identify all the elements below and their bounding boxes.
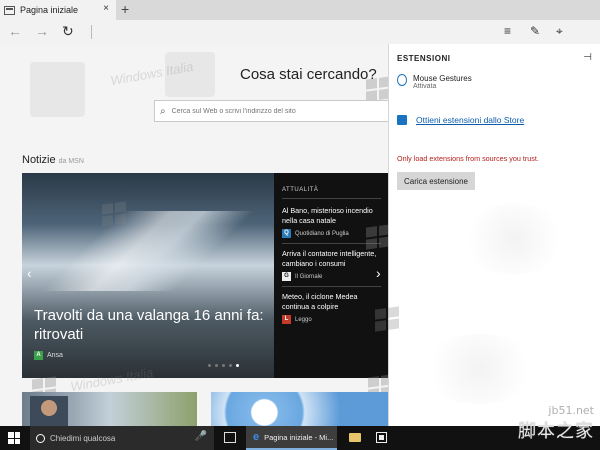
news-heading-label: Notizie [22, 154, 56, 166]
extensions-panel: ESTENSIONI ⊣ Mouse Gestures Attivata Ott… [375, 44, 600, 426]
tab-home[interactable]: Pagina iniziale × [0, 0, 116, 20]
thumbnail-face [30, 396, 68, 426]
source-logo-icon: L [282, 315, 291, 324]
new-tab-button[interactable]: + [121, 1, 129, 17]
carousel-dot[interactable] [215, 364, 218, 367]
nav-separator [91, 25, 92, 39]
side-news-item[interactable]: Arriva il contatore intelligente, cambia… [282, 244, 381, 287]
back-icon[interactable]: ← [8, 23, 22, 39]
news-thumbnail[interactable] [211, 392, 389, 426]
news-heading: Notizie da MSN [22, 154, 84, 166]
extension-name: Mouse Gestures [413, 74, 472, 83]
carousel-prev-icon[interactable]: ‹ [27, 265, 32, 281]
extensions-icon[interactable]: ⌖ [556, 24, 563, 39]
mouse-gestures-icon [397, 74, 407, 86]
windows-watermark-icon [375, 306, 399, 332]
taskbar-edge-window[interactable]: e Pagina iniziale - Mi... [246, 426, 337, 450]
side-news-source-label: Leggo [295, 316, 312, 323]
side-news-title: Al Bano, misterioso incendio nella casa … [282, 206, 373, 225]
taskbar-edge-label: Pagina iniziale - Mi... [264, 432, 334, 442]
carousel-dot[interactable] [229, 364, 232, 367]
site-watermark-name: 脚本之家 [518, 421, 594, 442]
carousel-next-icon[interactable]: › [376, 265, 381, 281]
windows-watermark-icon [366, 224, 390, 250]
carousel-dot[interactable] [222, 364, 225, 367]
side-news-source: G Il Giornale [282, 272, 381, 281]
cortana-placeholder: Chiedimi qualcosa [50, 433, 116, 443]
search-title: Cosa stai cercando? [240, 66, 377, 83]
extension-item[interactable]: Mouse Gestures Attivata [397, 74, 472, 90]
hero-source: A Ansa [34, 351, 63, 360]
load-extension-button[interactable]: Carica estensione [397, 172, 475, 190]
side-news-source-label: Il Giornale [295, 273, 323, 280]
side-news-source: L Leggo [282, 315, 381, 324]
news-hero-card[interactable]: ‹ Travolti da una valanga 16 anni fa: ri… [22, 173, 389, 378]
pin-icon[interactable]: ⊣ [583, 52, 592, 63]
forward-icon[interactable]: → [35, 23, 49, 39]
store-icon [397, 115, 407, 125]
side-news-item[interactable]: Meteo, il ciclone Medea continua a colpi… [282, 287, 381, 329]
tab-title: Pagina iniziale [20, 5, 79, 15]
decor-shape [30, 62, 85, 117]
get-extensions-label: Ottieni estensioni dallo Store [416, 115, 525, 125]
extensions-title: ESTENSIONI [397, 54, 451, 63]
site-watermark: jb51.net 脚本之家 [454, 404, 594, 444]
get-extensions-link[interactable]: Ottieni estensioni dallo Store [397, 115, 524, 125]
side-heading: ATTUALITÀ [282, 187, 381, 199]
news-thumbnail[interactable] [22, 392, 197, 426]
ansa-logo-icon: A [34, 351, 43, 360]
tab-close-icon[interactable]: × [103, 3, 109, 14]
windows-watermark-icon [102, 201, 126, 227]
carousel-dots [208, 364, 239, 367]
cortana-icon [36, 433, 45, 443]
refresh-icon[interactable]: ↻ [62, 23, 74, 40]
hero-source-label: Ansa [47, 352, 63, 359]
search-icon: ⌕ [160, 105, 166, 117]
news-source-label: da MSN [58, 158, 84, 165]
web-note-icon[interactable]: ✎ [530, 24, 540, 38]
source-logo-icon: Q [282, 229, 291, 238]
side-news-title: Arriva il contatore intelligente, cambia… [282, 249, 377, 268]
hero-title[interactable]: Travolti da una valanga 16 anni fa: ritr… [34, 306, 264, 344]
carousel-dot[interactable] [208, 364, 211, 367]
source-logo-icon: G [282, 272, 291, 281]
news-side-list: ATTUALITÀ Al Bano, misterioso incendio n… [276, 173, 389, 378]
extension-state: Attivata [413, 83, 437, 90]
tab-bar: Pagina iniziale × + [0, 0, 600, 20]
file-explorer-icon[interactable] [349, 433, 361, 442]
decor-shape [459, 204, 569, 274]
trust-warning: Only load extensions from sources you tr… [397, 154, 539, 163]
side-news-title: Meteo, il ciclone Medea continua a colpi… [282, 292, 358, 311]
hero-image[interactable] [22, 173, 274, 378]
navigation-bar: ← → ↻ ≡ ✎ ⌖ [0, 20, 600, 44]
store-taskbar-icon[interactable] [376, 432, 387, 443]
tab-page-icon [4, 5, 15, 15]
hero-mountains [22, 211, 274, 291]
site-watermark-url: jb51.net [548, 404, 594, 417]
cortana-search[interactable]: Chiedimi qualcosa 🎤 [30, 426, 214, 450]
start-button[interactable] [8, 432, 20, 444]
carousel-dot-active[interactable] [236, 364, 239, 367]
side-news-source-label: Quotidiano di Puglia [295, 230, 349, 237]
hub-icon[interactable]: ≡ [504, 24, 511, 38]
microphone-icon[interactable]: 🎤 [195, 431, 207, 442]
task-view-icon[interactable] [224, 432, 236, 443]
decor-shape [419, 334, 539, 404]
edge-icon: e [253, 431, 260, 443]
